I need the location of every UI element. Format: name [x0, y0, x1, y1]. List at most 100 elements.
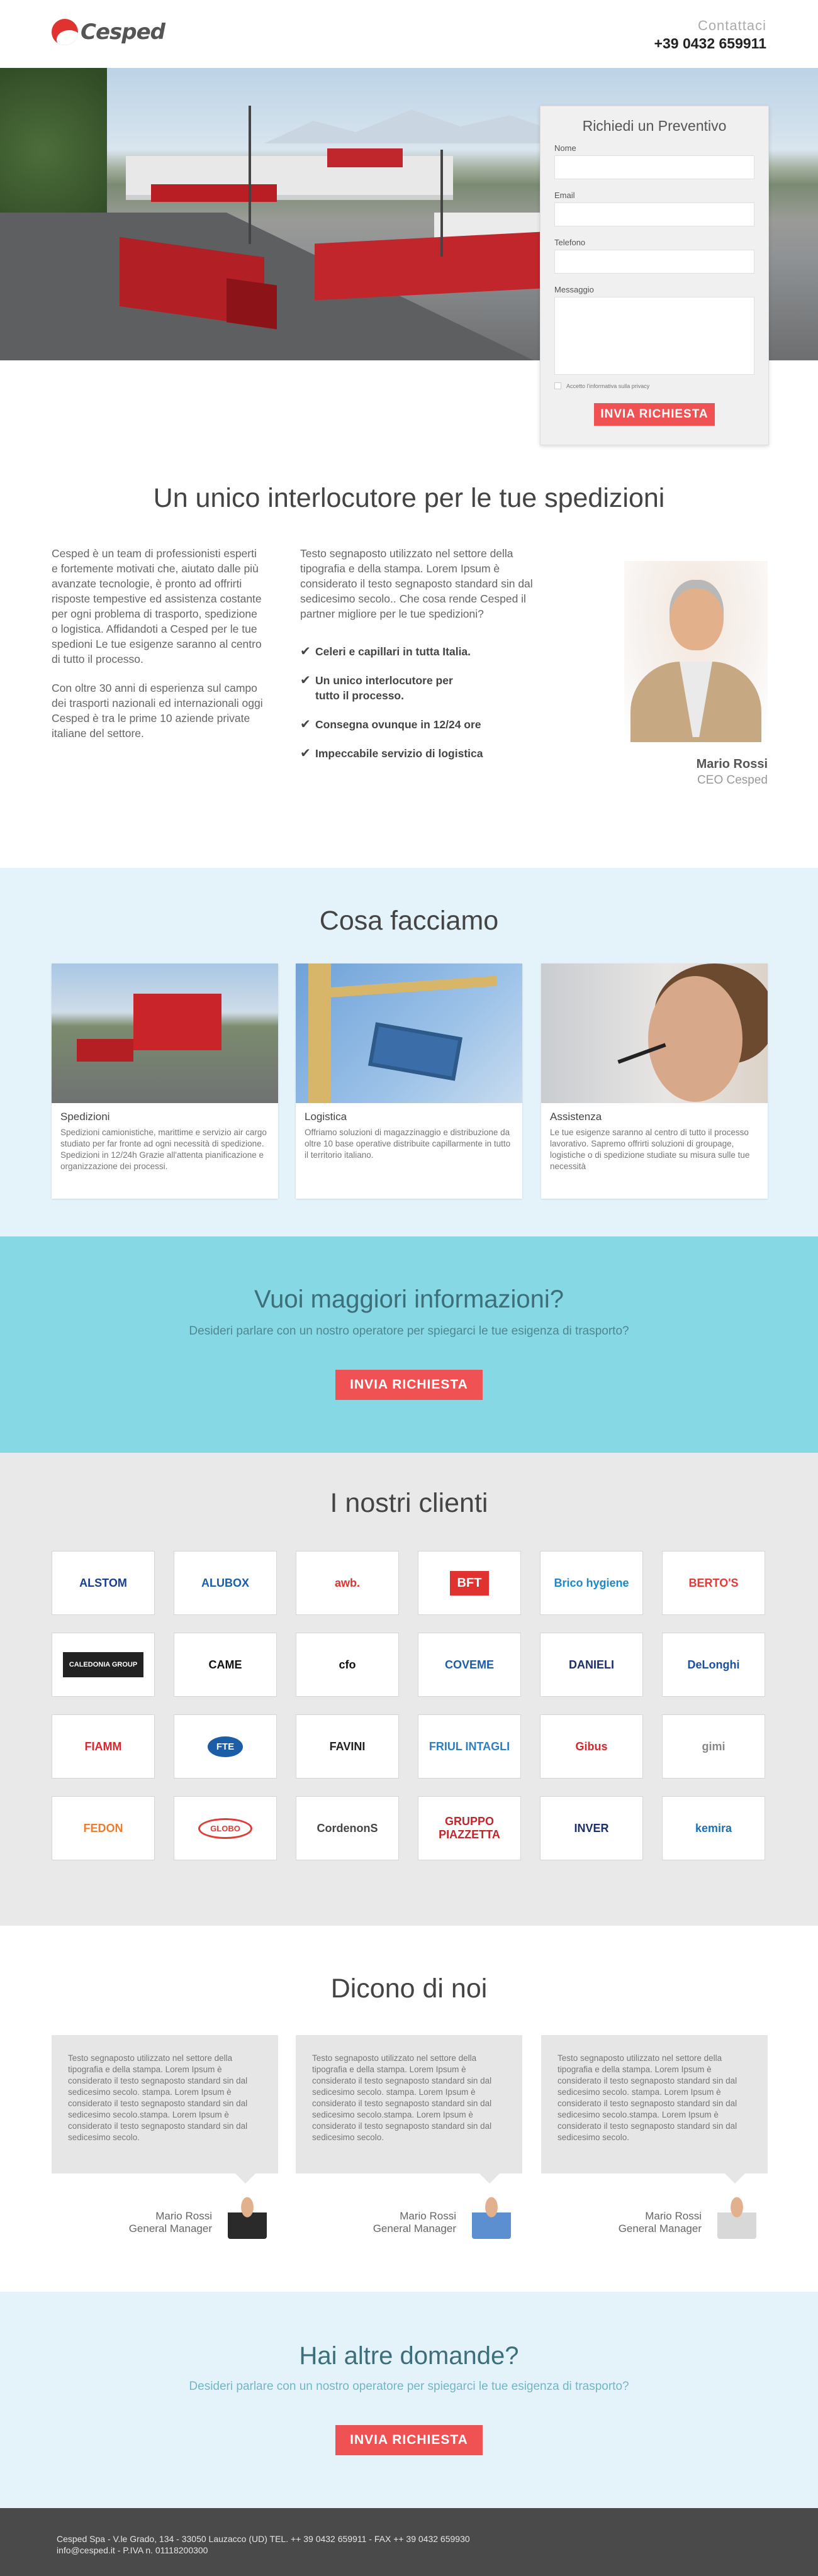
cta-section: Vuoi maggiori informazioni? Desideri par…	[0, 1236, 818, 1453]
site-footer: Cesped Spa - V.le Grado, 134 - 33050 Lau…	[0, 2508, 818, 2576]
client-logo: ALUBOX	[174, 1551, 277, 1615]
hero-warehouse-sign	[327, 148, 403, 167]
testimonial-quote: Testo segnaposto utilizzato nel settore …	[296, 2035, 522, 2184]
email-field[interactable]	[554, 203, 754, 226]
author-name: Mario Rossi	[645, 2210, 702, 2222]
cta2-title: Hai altre domande?	[299, 2342, 519, 2370]
services-section: Cosa facciamo Spedizioni Spedizioni cami…	[0, 868, 818, 1236]
service-card-assistenza[interactable]: Assistenza Le tue esigenze saranno al ce…	[541, 963, 768, 1199]
cta-request-button[interactable]: INVIA RICHIESTA	[335, 1370, 483, 1400]
testimonial-author: Mario Rossi General Manager	[296, 2210, 456, 2235]
client-logo-text: FTE	[207, 1736, 244, 1757]
client-logo-text: FRIUL INTAGLI	[429, 1740, 510, 1753]
site-header: Cesped Contattaci +39 0432 659911	[0, 0, 818, 68]
service-title: Assistenza	[550, 1111, 602, 1123]
client-logo-grid: ALSTOM ALUBOX awb. BFT Brico hygiene BERTO'S C…	[52, 1551, 766, 1860]
check-icon: ✔	[300, 747, 311, 760]
img-container	[367, 1022, 463, 1081]
clients-title: I nostri clienti	[330, 1488, 488, 1518]
cta2-request-button[interactable]: INVIA RICHIESTA	[335, 2425, 483, 2455]
check-icon: ✔	[300, 718, 311, 731]
client-logo: BFT	[418, 1551, 521, 1615]
message-label: Messaggio	[554, 285, 594, 294]
client-logo-text: gimi	[702, 1740, 726, 1753]
hero-truck-cab	[227, 278, 277, 330]
feature-text: Consegna ovunque in 12/24 ore	[315, 718, 481, 731]
client-logo-text: FAVINI	[329, 1740, 366, 1753]
client-logo-text: INVER	[574, 1821, 609, 1835]
privacy-checkbox[interactable]	[554, 382, 561, 389]
cta-title: Vuoi maggiori informazioni?	[254, 1285, 564, 1313]
client-logo-text: cfo	[339, 1658, 356, 1671]
client-logo: Brico hygiene	[540, 1551, 643, 1615]
testimonial-quote: Testo segnaposto utilizzato nel settore …	[541, 2035, 768, 2184]
client-logo-text: ALUBOX	[201, 1576, 249, 1589]
form-submit-button[interactable]: INVIA RICHIESTA	[594, 403, 715, 426]
img-truck	[77, 1039, 133, 1062]
testimonial-quote: Testo segnaposto utilizzato nel settore …	[52, 2035, 278, 2184]
client-logo-text: GRUPPO PIAZZETTA	[439, 1815, 500, 1841]
client-logo: awb.	[296, 1551, 399, 1615]
service-card-logistica[interactable]: Logistica Offriamo soluzioni di magazzin…	[296, 963, 522, 1199]
message-field[interactable]	[554, 297, 754, 375]
feature-item: ✔ Celeri e capillari in tutta Italia.	[300, 644, 539, 659]
client-logo: CAME	[174, 1633, 277, 1697]
client-logo: FTE	[174, 1714, 277, 1779]
service-title: Logistica	[305, 1111, 347, 1123]
name-field[interactable]	[554, 155, 754, 179]
hero-lamp	[440, 150, 443, 257]
intro-middle-paragraph: Testo segnaposto utilizzato nel settore …	[300, 547, 533, 620]
contact-label: Contattaci	[697, 18, 766, 33]
footer-email-vat[interactable]: info@cesped.it - P.IVA n. 01118200300	[57, 2545, 470, 2556]
feature-text: Celeri e capillari in tutta Italia.	[315, 645, 471, 658]
intro-left-text: Cesped è un team di professionisti esper…	[52, 546, 266, 741]
client-logo: INVER	[540, 1796, 643, 1860]
service-image	[52, 963, 278, 1103]
client-logo-text: FEDON	[83, 1821, 123, 1835]
header-phone[interactable]: +39 0432 659911	[654, 35, 766, 52]
client-logo: BERTO'S	[662, 1551, 765, 1615]
client-logo: GRUPPO PIAZZETTA	[418, 1796, 521, 1860]
client-logo-text: Gibus	[575, 1740, 608, 1753]
intro-paragraph-1: Cesped è un team di professionisti esper…	[52, 547, 262, 665]
cta2-subtitle: Desideri parlare con un nostro operatore…	[189, 2380, 629, 2393]
ceo-name: Mario Rossi	[696, 757, 768, 771]
intro-middle: Testo segnaposto utilizzato nel settore …	[300, 546, 539, 775]
ceo-head	[670, 580, 724, 650]
client-logo-text: BFT	[449, 1570, 490, 1596]
clients-section: I nostri clienti ALSTOM ALUBOX awb. BFT Bric…	[0, 1453, 818, 1926]
brand-logo[interactable]: Cesped	[52, 19, 165, 45]
service-image	[296, 963, 522, 1103]
quote-form: Richiedi un Preventivo Nome Email Telefo…	[540, 106, 769, 445]
intro-title: Un unico interlocutore per le tue spediz…	[153, 483, 665, 513]
service-text: Le tue esigenze saranno al centro di tut…	[550, 1128, 750, 1171]
service-card-spedizioni[interactable]: Spedizioni Spedizioni camionistiche, mar…	[52, 963, 278, 1199]
author-role: General Manager	[373, 2223, 456, 2235]
client-logo: gimi	[662, 1714, 765, 1779]
client-logo-text: BERTO'S	[688, 1576, 739, 1589]
client-logo: cfo	[296, 1633, 399, 1697]
feature-text: Impeccabile servizio di logistica	[315, 747, 483, 760]
check-icon: ✔	[300, 674, 311, 687]
feature-item: ✔ Impeccabile servizio di logistica	[300, 746, 539, 761]
author-name: Mario Rossi	[400, 2210, 456, 2222]
client-logo: CordenonS	[296, 1796, 399, 1860]
phone-label: Telefono	[554, 238, 586, 247]
img-face	[648, 976, 742, 1102]
client-logo-text: CAME	[208, 1658, 242, 1671]
phone-field[interactable]	[554, 250, 754, 274]
ceo-role: CEO Cesped	[697, 774, 768, 787]
author-role: General Manager	[128, 2223, 212, 2235]
feature-list: ✔ Celeri e capillari in tutta Italia. ✔ Un…	[300, 644, 539, 761]
services-title: Cosa facciamo	[319, 906, 499, 936]
client-logo-text: FIAMM	[84, 1740, 122, 1753]
author-role: General Manager	[618, 2223, 702, 2235]
client-logo: COVEME	[418, 1633, 521, 1697]
client-logo-text: awb.	[334, 1576, 360, 1589]
author-name: Mario Rossi	[155, 2210, 212, 2222]
client-logo: FAVINI	[296, 1714, 399, 1779]
privacy-row: Accetto l'informativa sulla privacy	[554, 382, 754, 389]
privacy-label: Accetto l'informativa sulla privacy	[566, 382, 650, 389]
client-logo-text: ALSTOM	[79, 1576, 127, 1589]
client-logo: FRIUL INTAGLI	[418, 1714, 521, 1779]
